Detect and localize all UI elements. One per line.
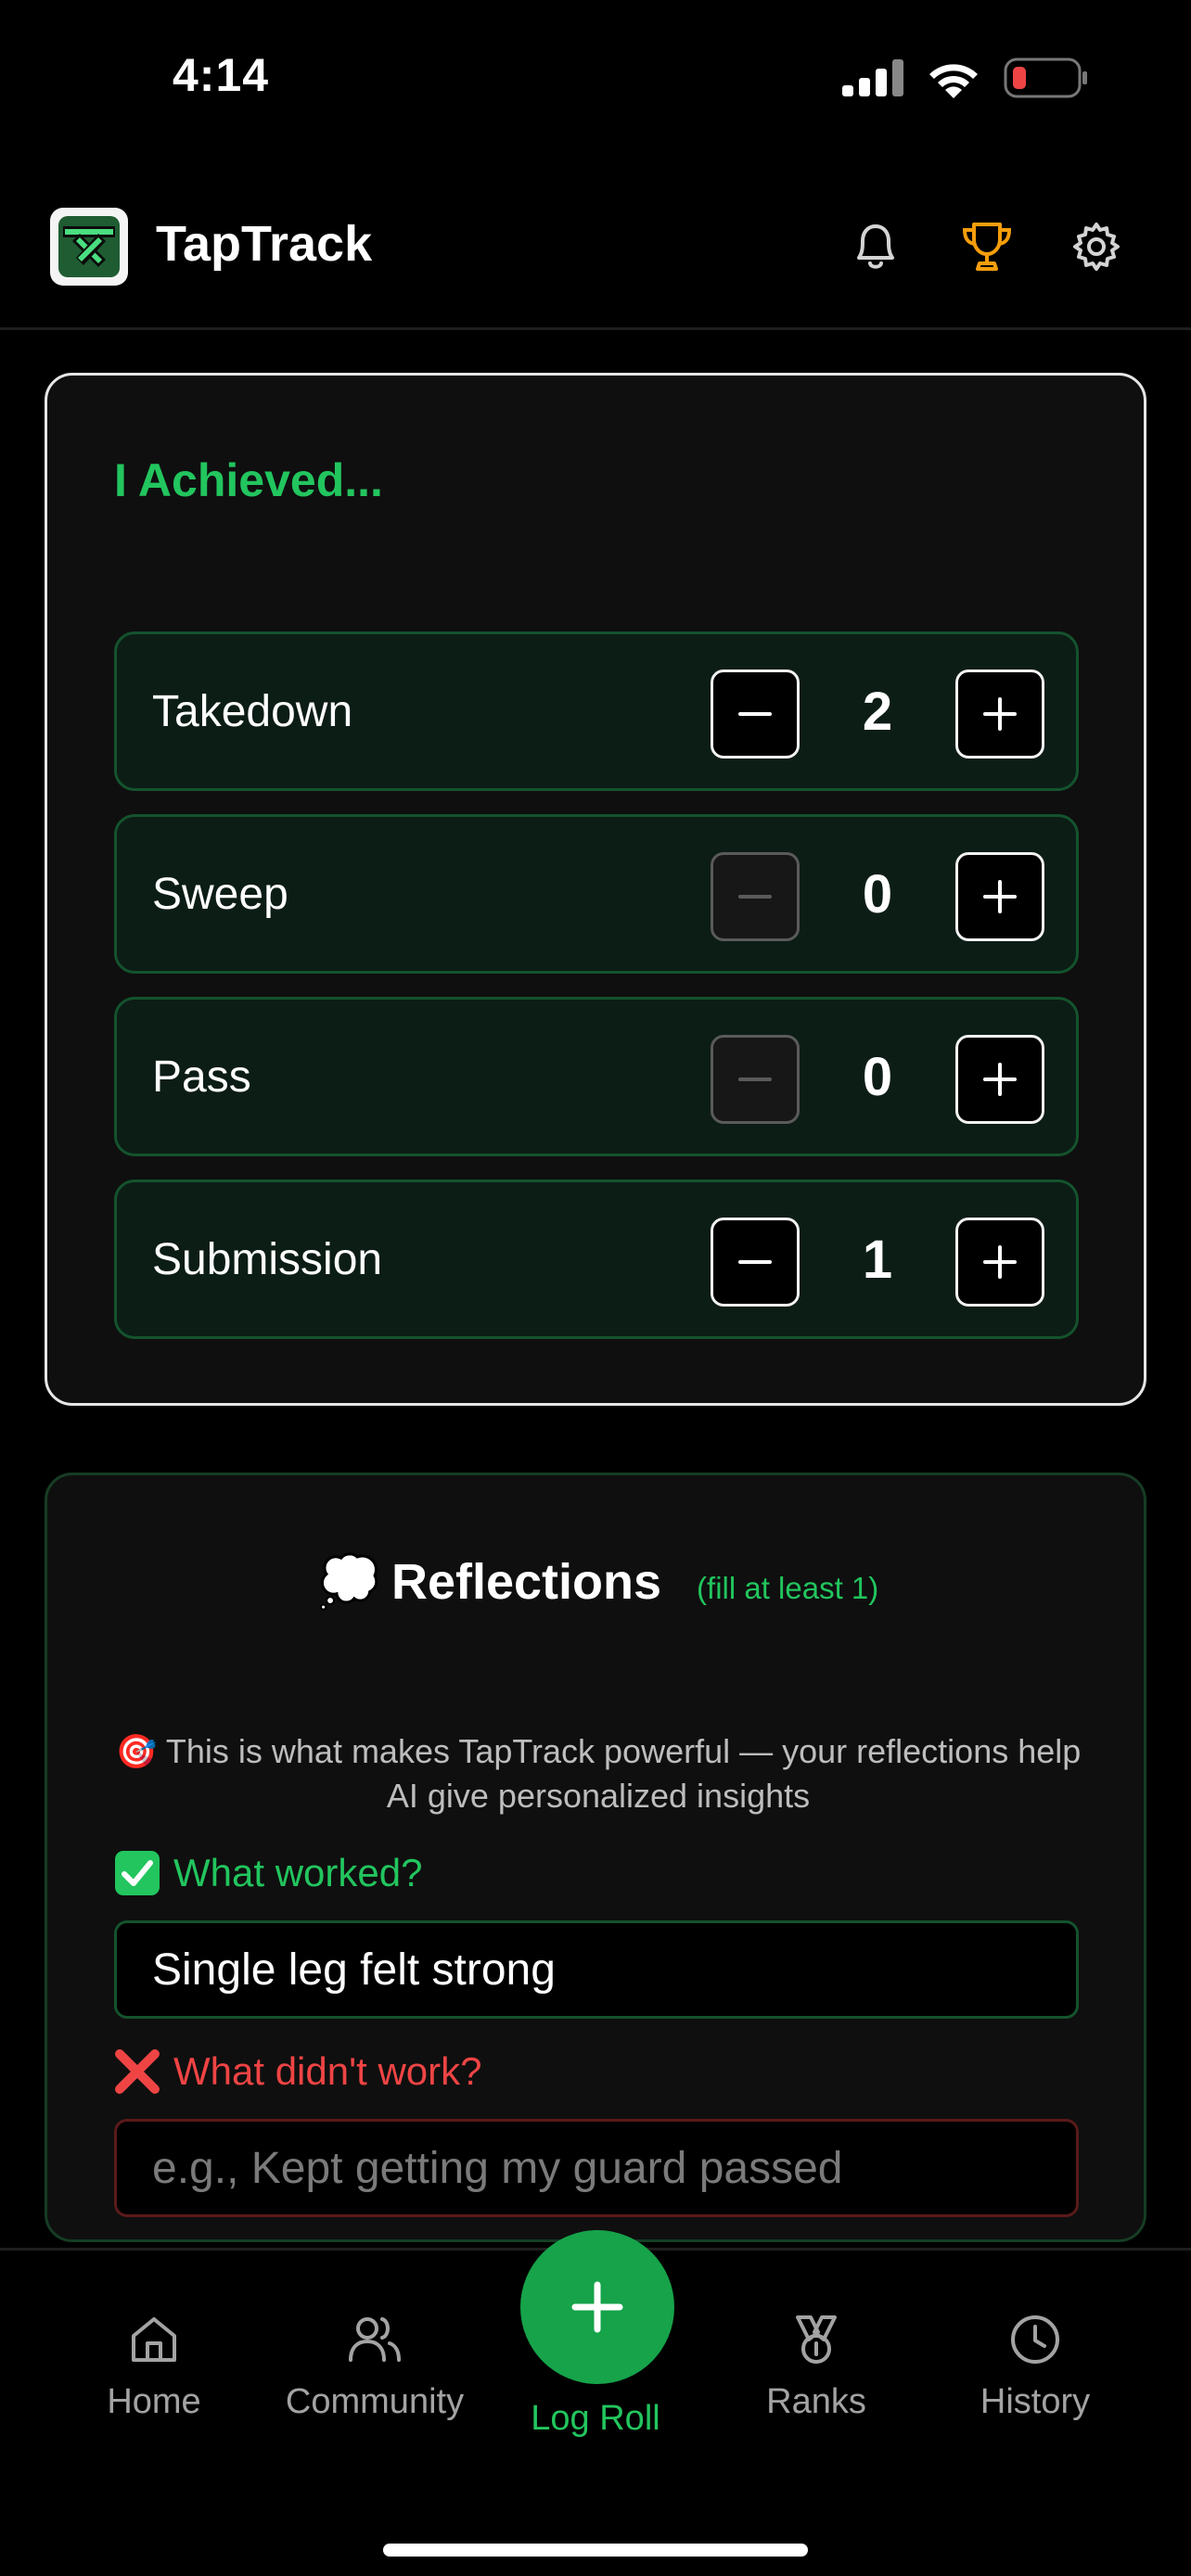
bottom-nav: Home Community Log Roll Ranks History <box>0 2230 1191 2576</box>
worked-label-text: What worked? <box>173 1851 423 1894</box>
increment-button[interactable] <box>955 1035 1044 1124</box>
cross-mark-icon <box>115 2049 160 2094</box>
check-mark-icon <box>115 1851 160 1895</box>
minus-icon <box>738 895 772 899</box>
reflections-card: 💭 Reflections (fill at least 1) 🎯 This i… <box>45 1473 1146 2242</box>
counter-label: Pass <box>152 1052 251 1102</box>
trophy-icon <box>962 223 1012 271</box>
cellular-signal-icon <box>842 59 903 96</box>
app-header: TapTrack <box>0 185 1191 330</box>
counter-value: 1 <box>862 1230 893 1290</box>
notifications-button[interactable] <box>844 215 907 278</box>
counter-label: Takedown <box>152 687 353 736</box>
nav-ranks-label: Ranks <box>766 2382 866 2421</box>
target-icon: 🎯 <box>115 1732 158 1770</box>
achieved-title: I Achieved... <box>114 454 383 506</box>
plus-icon <box>571 2281 623 2333</box>
counter-value: 2 <box>862 682 893 742</box>
thought-bubble-icon: 💭 <box>317 1554 380 1610</box>
counter-value: 0 <box>862 1047 893 1107</box>
reflections-description: 🎯 This is what makes TapTrack powerful —… <box>103 1729 1094 1818</box>
app-logo <box>50 208 128 286</box>
counter-label: Sweep <box>152 870 288 919</box>
plus-icon <box>983 697 1017 731</box>
belt-logo-icon <box>58 216 120 277</box>
clock-icon <box>1011 2315 1059 2364</box>
increment-button[interactable] <box>955 1218 1044 1307</box>
nav-ranks[interactable]: Ranks <box>724 2312 909 2422</box>
home-icon <box>132 2317 176 2362</box>
settings-button[interactable] <box>1065 215 1128 278</box>
gear-icon <box>1073 223 1120 271</box>
didnt-work-label-text: What didn't work? <box>173 2049 482 2093</box>
counter-row-takedown: Takedown 2 <box>114 631 1079 791</box>
reflections-heading: 💭 Reflections (fill at least 1) <box>47 1553 1149 1612</box>
counter-label: Submission <box>152 1235 383 1284</box>
counter-row-submission: Submission 1 <box>114 1180 1079 1339</box>
decrement-button[interactable] <box>711 1218 800 1307</box>
achievements-button[interactable] <box>955 215 1018 278</box>
minus-icon <box>738 712 772 716</box>
counter-value: 0 <box>862 864 893 925</box>
minus-icon <box>738 1260 772 1264</box>
plus-icon <box>983 1245 1017 1279</box>
reflections-description-text: This is what makes TapTrack powerful — y… <box>165 1732 1082 1815</box>
home-indicator <box>383 2544 808 2557</box>
status-icons <box>842 57 1089 98</box>
status-time: 4:14 <box>173 49 270 101</box>
bell-icon <box>857 224 894 269</box>
what-didnt-work-input[interactable] <box>114 2119 1079 2217</box>
minus-icon <box>738 1078 772 1081</box>
wifi-icon <box>929 64 978 98</box>
decrement-button[interactable] <box>711 852 800 941</box>
medal-icon <box>796 2315 837 2364</box>
achieved-card: I Achieved... Takedown 2 Sweep 0 Pass 0 … <box>45 373 1146 1406</box>
what-worked-input[interactable] <box>114 1920 1079 2019</box>
didnt-work-label: What didn't work? <box>114 2048 482 2095</box>
increment-button[interactable] <box>955 670 1044 759</box>
counter-row-sweep: Sweep 0 <box>114 814 1079 974</box>
status-bar: 4:14 <box>0 0 1191 158</box>
reflections-title: Reflections <box>391 1554 662 1610</box>
worked-label: What worked? <box>114 1850 422 1896</box>
battery-icon <box>1004 57 1087 98</box>
app-title: TapTrack <box>156 216 373 272</box>
increment-button[interactable] <box>955 852 1044 941</box>
decrement-button[interactable] <box>711 1035 800 1124</box>
plus-icon <box>983 1063 1017 1096</box>
users-icon <box>349 2317 401 2362</box>
reflections-subtitle: (fill at least 1) <box>697 1571 879 1605</box>
decrement-button[interactable] <box>711 670 800 759</box>
nav-history-label: History <box>980 2382 1091 2421</box>
counter-row-pass: Pass 0 <box>114 997 1079 1156</box>
nav-history[interactable]: History <box>942 2312 1128 2422</box>
log-roll-button[interactable] <box>520 2230 674 2384</box>
plus-icon <box>983 880 1017 913</box>
